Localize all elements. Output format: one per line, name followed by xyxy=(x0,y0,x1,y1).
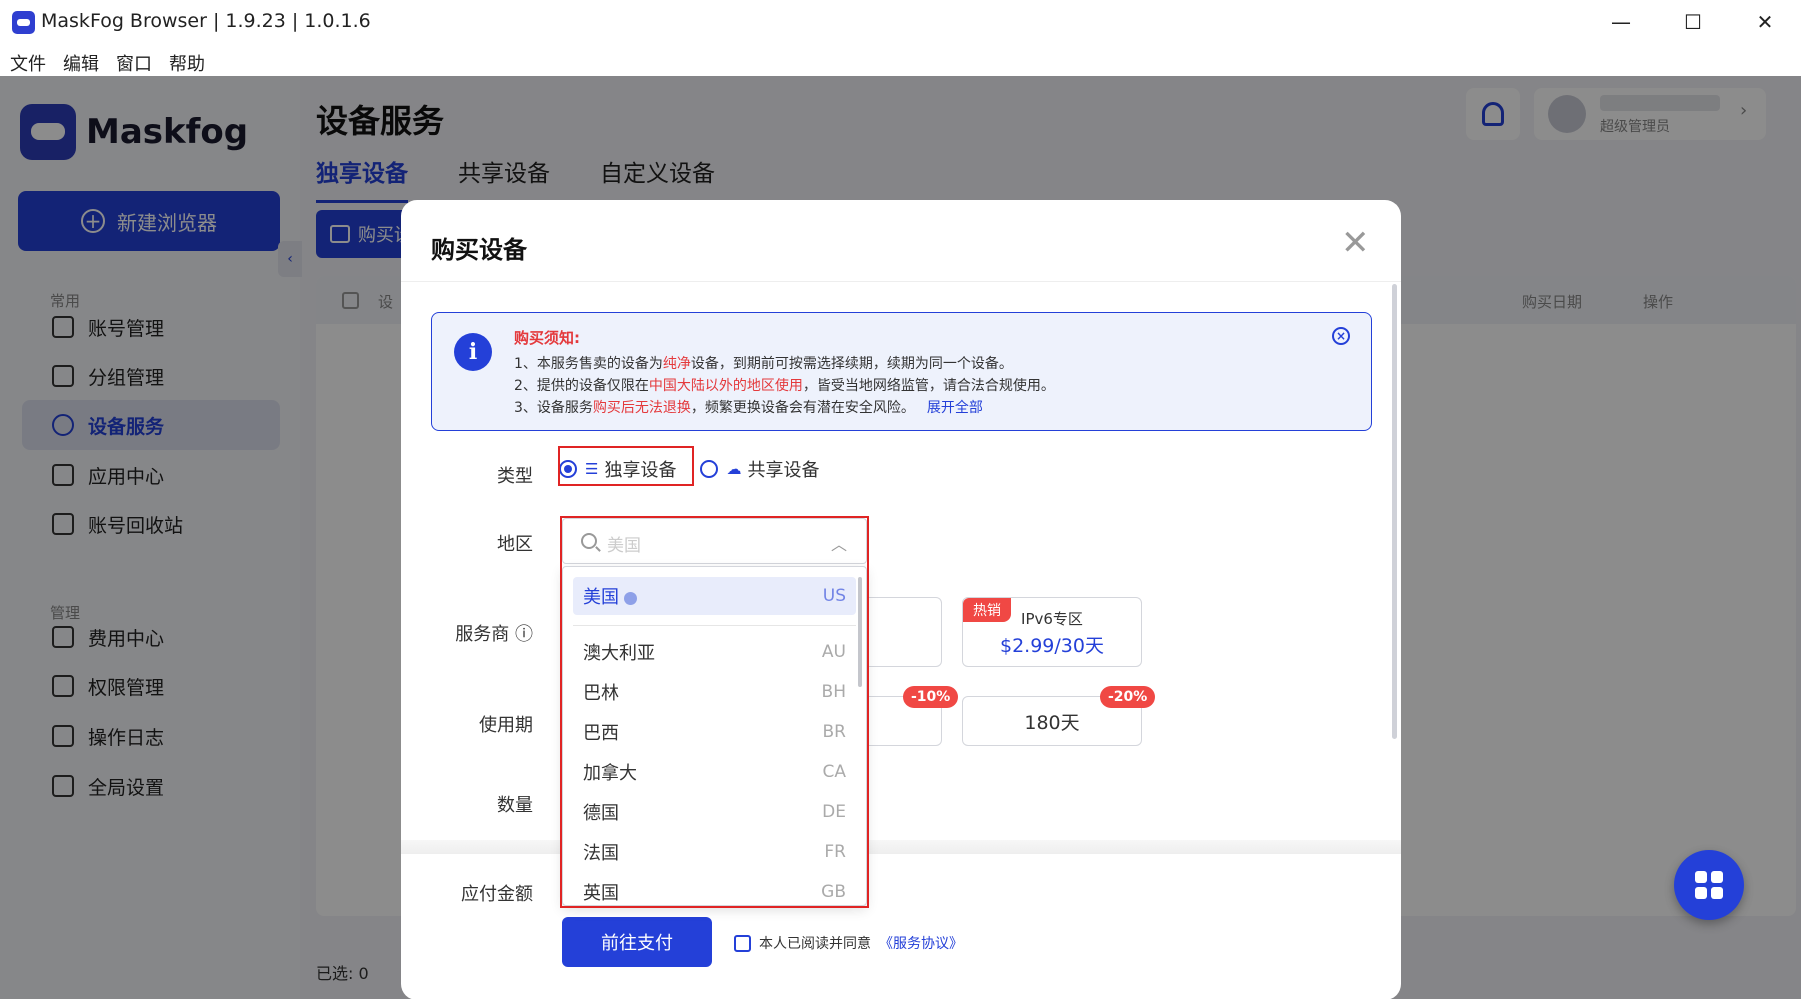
discount-badge-10: -10% xyxy=(903,686,959,708)
dialog-title: 购买设备 xyxy=(431,236,527,264)
go-to-payment-button[interactable]: 前往支付 xyxy=(562,917,712,967)
period-label: 使用期 xyxy=(479,715,533,736)
quantity-label: 数量 xyxy=(497,795,533,816)
purchase-notice: i 购买须知: 1、本服务售卖的设备为纯净设备，到期前可按需选择续期，续期为同一… xyxy=(431,312,1372,431)
agree-text: 本人已阅读并同意 xyxy=(759,936,871,952)
info-icon: i xyxy=(454,333,492,371)
app-logo-icon xyxy=(12,11,35,34)
minimize-button[interactable]: — xyxy=(1585,0,1657,44)
notice-line-3: 3、设备服务购买后无法退换，频繁更换设备会有潜在安全风险。 展开全部 xyxy=(514,400,983,416)
highlight-region-selection xyxy=(560,516,869,908)
region-label: 地区 xyxy=(497,534,533,555)
dialog-scrollbar[interactable] xyxy=(1392,284,1397,739)
notice-title: 购买须知: xyxy=(514,329,580,347)
provider-price: $2.99/30天 xyxy=(1000,635,1104,657)
radio-unselected-icon xyxy=(700,460,719,478)
close-window-button[interactable]: ✕ xyxy=(1729,0,1801,44)
cloud-icon: ☁ xyxy=(726,460,742,478)
notice-line-2: 2、提供的设备仅限在中国大陆以外的地区使用，皆受当地网络监管，请合法合规使用。 xyxy=(514,378,1055,394)
expand-all-link[interactable]: 展开全部 xyxy=(927,400,983,416)
close-notice-button[interactable]: × xyxy=(1332,327,1350,345)
hot-sale-badge: 热销 xyxy=(963,598,1011,622)
highlight-type-selection xyxy=(558,446,694,486)
provider-card-ipv6[interactable]: 热销 IPv6专区 $2.99/30天 xyxy=(962,597,1142,667)
agreement: 本人已阅读并同意 《服务协议》 xyxy=(734,933,963,953)
type-label: 类型 xyxy=(497,466,533,487)
notice-line-1: 1、本服务售卖的设备为纯净设备，到期前可按需选择续期，续期为同一个设备。 xyxy=(514,356,1013,372)
menu-help[interactable]: 帮助 xyxy=(159,44,205,76)
service-agreement-link[interactable]: 《服务协议》 xyxy=(879,933,963,953)
menu-edit[interactable]: 编辑 xyxy=(53,44,99,76)
help-circle-icon[interactable]: ⓘ xyxy=(515,624,533,645)
amount-label: 应付金额 xyxy=(461,884,533,905)
menu-bar: 文件 编辑 窗口 帮助 xyxy=(0,44,1801,76)
menu-window[interactable]: 窗口 xyxy=(106,44,152,76)
window-title: MaskFog Browser | 1.9.23 | 1.0.1.6 xyxy=(41,10,371,32)
discount-badge-20: -20% xyxy=(1100,686,1156,708)
title-bar: MaskFog Browser | 1.9.23 | 1.0.1.6 — ☐ ✕ xyxy=(0,0,1801,44)
dialog-footer-divider xyxy=(401,840,1401,854)
close-dialog-button[interactable]: ✕ xyxy=(1341,226,1370,260)
maximize-button[interactable]: ☐ xyxy=(1657,0,1729,44)
menu-file[interactable]: 文件 xyxy=(0,44,46,76)
agree-checkbox[interactable] xyxy=(734,934,751,952)
provider-label: 服务商 ⓘ xyxy=(455,624,533,645)
grid-icon xyxy=(1695,871,1707,883)
floating-apps-button[interactable] xyxy=(1674,850,1744,920)
dialog-header: 购买设备 ✕ xyxy=(401,200,1401,282)
purchase-device-dialog: 购买设备 ✕ i 购买须知: 1、本服务售卖的设备为纯净设备，到期前可按需选择续… xyxy=(401,200,1401,999)
type-option-shared[interactable]: ☁ 共享设备 xyxy=(700,456,819,482)
